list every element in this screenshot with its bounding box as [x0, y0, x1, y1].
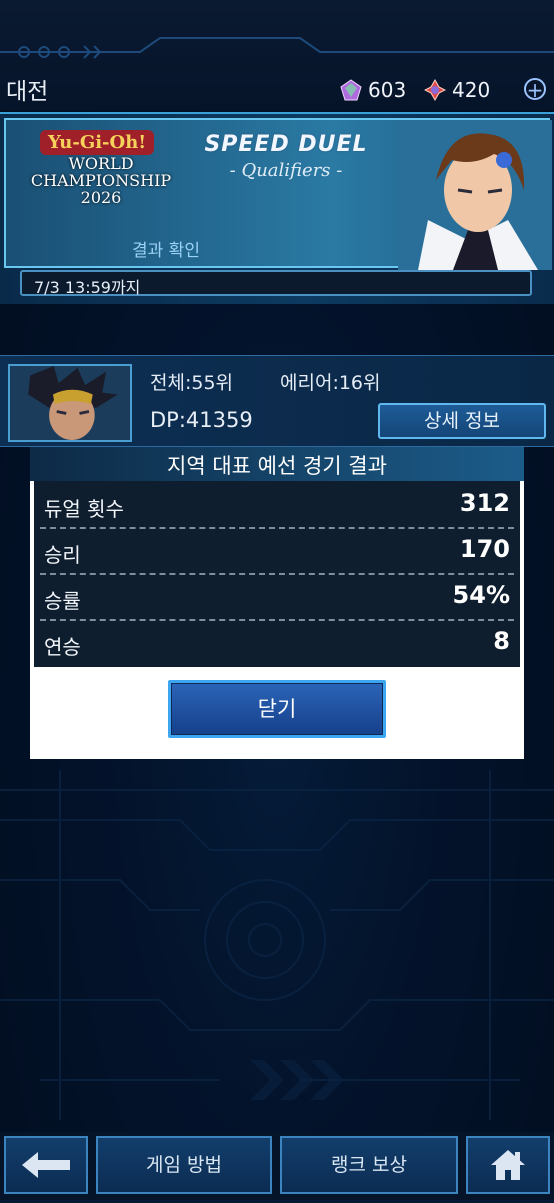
home-icon [491, 1150, 525, 1180]
page-title: 대전 [6, 79, 49, 105]
home-button[interactable] [466, 1136, 550, 1194]
logo-line: WORLD [68, 154, 134, 173]
wcs-logo: Yu-Gi-Oh! WORLD CHAMPIONSHIP 2026 [26, 130, 176, 230]
stat-label: 듀얼 횟수 [44, 497, 124, 521]
area-rank: 에리어:16위 [280, 372, 381, 394]
crystal-counter: 420 [424, 76, 490, 104]
stat-row: 듀얼 횟수 312 [40, 483, 514, 529]
overall-rank: 전체:55위 [150, 372, 234, 394]
gem-value: 603 [368, 78, 407, 102]
purple-gem-icon [340, 79, 362, 101]
result-dialog: 지역 대표 예선 경기 결과 듀얼 횟수 312 승리 170 승률 54% 연… [30, 447, 524, 759]
back-arrow-icon [22, 1152, 70, 1178]
event-subtitle: - Qualifiers - [229, 160, 343, 181]
back-button[interactable] [4, 1136, 88, 1194]
circuit-decoration [0, 37, 554, 59]
banner-frame: Yu-Gi-Oh! WORLD CHAMPIONSHIP 2026 SPEED … [4, 118, 552, 270]
dp-value: DP:41359 [150, 408, 253, 432]
how-to-play-button[interactable]: 게임 방법 [96, 1136, 272, 1194]
character-portrait [398, 120, 552, 270]
gem-counter: 603 [340, 76, 406, 104]
logo-line: 2026 [80, 188, 122, 207]
logo-line: CHAMPIONSHIP [30, 171, 172, 190]
plus-icon[interactable]: + [524, 78, 546, 100]
stat-value: 54% [452, 581, 510, 609]
dialog-title: 지역 대표 예선 경기 결과 [30, 447, 524, 481]
close-button[interactable]: 닫기 [168, 680, 386, 738]
stat-row: 승률 54% [40, 575, 514, 621]
stat-label: 승률 [44, 589, 81, 613]
red-crystal-icon [424, 79, 446, 101]
crystal-value: 420 [452, 78, 491, 102]
player-ranking-row: 전체:55위 에리어:16위 DP:41359 상세 정보 [0, 355, 554, 447]
event-banner[interactable]: Yu-Gi-Oh! WORLD CHAMPIONSHIP 2026 SPEED … [0, 112, 554, 304]
stat-row: 연승 8 [40, 621, 514, 665]
deadline-text: 7/3 13:59까지 [34, 278, 141, 297]
bottom-nav: 게임 방법 랭크 보상 [0, 1132, 554, 1200]
stat-value: 170 [459, 535, 510, 563]
result-table: 듀얼 횟수 312 승리 170 승률 54% 연승 8 [34, 481, 520, 667]
stat-value: 8 [493, 627, 510, 655]
stat-value: 312 [459, 489, 510, 517]
detail-info-button[interactable]: 상세 정보 [378, 403, 546, 439]
rank-rewards-button[interactable]: 랭크 보상 [280, 1136, 458, 1194]
result-check-link[interactable]: 결과 확인 [132, 236, 200, 261]
logo-brand: Yu-Gi-Oh! [40, 130, 155, 155]
stat-row: 승리 170 [40, 529, 514, 575]
event-title: SPEED DUEL [204, 132, 368, 157]
avatar [8, 364, 132, 442]
stat-label: 연승 [44, 635, 81, 659]
deadline-bar: 7/3 13:59까지 [20, 270, 532, 297]
stat-label: 승리 [44, 543, 81, 567]
